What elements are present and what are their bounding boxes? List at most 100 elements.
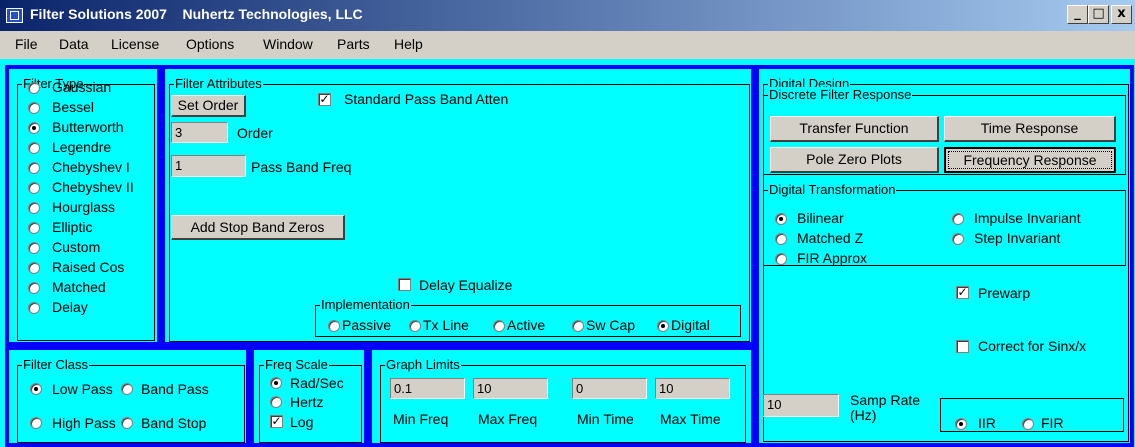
- log-checkbox[interactable]: ✓: [270, 415, 283, 428]
- band-stop-label: Band Stop: [141, 415, 207, 431]
- order-field[interactable]: 3: [171, 122, 228, 143]
- transformation-radio-fir-approx[interactable]: [775, 253, 787, 265]
- transformation-radio-matched-z[interactable]: [775, 233, 787, 245]
- band-pass-radio[interactable]: [121, 383, 133, 395]
- filter-type-radio-matched[interactable]: [28, 282, 40, 294]
- transformation-radio-impulse-invariant[interactable]: [952, 213, 964, 225]
- pass-band-freq-field[interactable]: 1: [171, 155, 246, 177]
- transformation-option-label: Matched Z: [797, 230, 864, 246]
- max-time-field[interactable]: 10: [655, 378, 730, 399]
- filter-type-radio-elliptic[interactable]: [28, 222, 40, 234]
- menu-file[interactable]: File: [15, 36, 38, 52]
- hertz-label: Hertz: [290, 394, 324, 410]
- filter-type-option-label: Delay: [52, 299, 88, 315]
- min-freq-field[interactable]: 0.1: [390, 378, 465, 399]
- implementation-radio-digital[interactable]: [657, 320, 669, 332]
- fir-radio[interactable]: [1022, 418, 1034, 430]
- rad-sec-label: Rad/Sec: [290, 375, 344, 391]
- correct-sinx-checkbox[interactable]: [956, 340, 969, 353]
- iir-label: IIR: [978, 415, 996, 431]
- filter-type-option-label: Legendre: [52, 139, 112, 155]
- samp-rate-field[interactable]: 10: [763, 394, 839, 417]
- filter-attributes-label: Filter Attributes: [174, 76, 263, 92]
- filter-type-radio-bessel[interactable]: [28, 102, 40, 114]
- filter-attributes-panel: Filter Attributes: [161, 65, 755, 346]
- filter-type-radio-gaussian[interactable]: [28, 82, 40, 94]
- samp-rate-unit-label: (Hz): [850, 407, 877, 423]
- maximize-button[interactable]: □: [1088, 5, 1109, 24]
- filter-type-radio-raised-cos[interactable]: [28, 262, 40, 274]
- menu-license[interactable]: License: [111, 36, 159, 52]
- implementation-option-label: Tx Line: [423, 317, 469, 333]
- add-stop-band-zeros-button[interactable]: Add Stop Band Zeros: [171, 215, 345, 240]
- filter-type-radio-chebyshev-i[interactable]: [28, 162, 40, 174]
- close-button[interactable]: x: [1111, 5, 1132, 24]
- app-icon[interactable]: [6, 8, 23, 23]
- filter-type-radio-delay[interactable]: [28, 302, 40, 314]
- transformation-radio-bilinear[interactable]: [775, 213, 787, 225]
- rad-sec-radio[interactable]: [270, 377, 282, 389]
- menu-data[interactable]: Data: [59, 36, 89, 52]
- order-label: Order: [237, 125, 273, 141]
- menu-parts[interactable]: Parts: [337, 36, 370, 52]
- implementation-option-label: Digital: [671, 317, 710, 333]
- menu-options[interactable]: Options: [186, 36, 234, 52]
- filter-type-radio-hourglass[interactable]: [28, 202, 40, 214]
- min-time-label: Min Time: [577, 411, 634, 427]
- transformation-option-label: Bilinear: [797, 210, 844, 226]
- title-bar[interactable]: Filter Solutions 2007 Nuhertz Technologi…: [0, 0, 1135, 31]
- filter-type-option-label: Matched: [52, 279, 106, 295]
- prewarp-checkbox[interactable]: ✓: [956, 286, 969, 299]
- implementation-option-label: Passive: [342, 317, 392, 333]
- iir-radio[interactable]: [955, 418, 967, 430]
- filter-type-option-label: Custom: [52, 239, 101, 255]
- menu-bar: File Data License Options Window Parts H…: [0, 31, 1135, 59]
- discrete-filter-response-label: Discrete Filter Response: [768, 87, 913, 103]
- minimize-button[interactable]: _: [1067, 5, 1088, 24]
- transfer-function-button[interactable]: Transfer Function: [770, 116, 939, 142]
- pole-zero-plots-button[interactable]: Pole Zero Plots: [770, 147, 939, 173]
- standard-atten-checkbox[interactable]: ✓: [318, 93, 331, 106]
- freq-scale-label: Freq Scale: [264, 357, 329, 373]
- filter-type-radio-butterworth[interactable]: [28, 122, 40, 134]
- graph-limits-label: Graph Limits: [385, 357, 461, 373]
- implementation-label: Implementation: [320, 297, 411, 313]
- implementation-radio-tx-line[interactable]: [409, 320, 421, 332]
- implementation-option-label: Sw Cap: [586, 317, 636, 333]
- samp-rate-label: Samp Rate: [850, 392, 921, 408]
- band-pass-label: Band Pass: [141, 381, 209, 397]
- implementation-radio-passive[interactable]: [328, 320, 340, 332]
- transformation-option-label: Step Invariant: [974, 230, 1061, 246]
- filter-type-radio-chebyshev-ii[interactable]: [28, 182, 40, 194]
- max-freq-label: Max Freq: [478, 411, 538, 427]
- menu-help[interactable]: Help: [394, 36, 423, 52]
- filter-type-option-label: Hourglass: [52, 199, 116, 215]
- transformation-radio-step-invariant[interactable]: [952, 233, 964, 245]
- filter-attributes-group: Filter Attributes: [169, 76, 750, 342]
- min-time-field[interactable]: 0: [572, 378, 647, 399]
- max-freq-field[interactable]: 10: [473, 378, 548, 399]
- filter-type-option-label: Bessel: [52, 99, 95, 115]
- filter-type-radio-legendre[interactable]: [28, 142, 40, 154]
- implementation-radio-active[interactable]: [493, 320, 505, 332]
- max-time-label: Max Time: [660, 411, 721, 427]
- filter-class-panel: Filter Class: [5, 346, 250, 447]
- filter-type-radio-custom[interactable]: [28, 242, 40, 254]
- time-response-button[interactable]: Time Response: [944, 116, 1116, 142]
- filter-type-option-label: Butterworth: [52, 119, 124, 135]
- filter-class-group: Filter Class: [17, 357, 245, 443]
- low-pass-radio[interactable]: [30, 383, 42, 395]
- delay-equalize-checkbox[interactable]: [398, 278, 411, 291]
- frequency-response-button[interactable]: Frequency Response: [944, 147, 1116, 173]
- set-order-button[interactable]: Set Order: [171, 95, 246, 117]
- high-pass-radio[interactable]: [30, 417, 42, 429]
- band-stop-radio[interactable]: [121, 417, 133, 429]
- implementation-option-label: Active: [507, 317, 546, 333]
- fir-label: FIR: [1041, 415, 1064, 431]
- filter-type-option-label: Raised Cos: [52, 259, 125, 275]
- hertz-radio[interactable]: [270, 396, 282, 408]
- menu-window[interactable]: Window: [263, 36, 313, 52]
- implementation-radio-sw-cap[interactable]: [572, 320, 584, 332]
- filter-type-option-label: Chebyshev II: [52, 179, 134, 195]
- filter-type-option-label: Elliptic: [52, 219, 93, 235]
